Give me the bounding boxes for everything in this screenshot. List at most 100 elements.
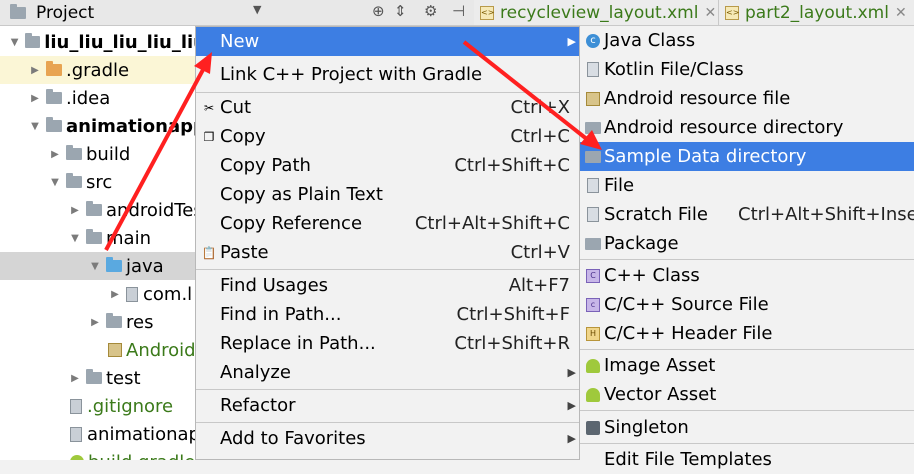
- chevron-right-icon[interactable]: ▶: [88, 317, 102, 328]
- tree-item-label: build.gradle: [88, 452, 195, 461]
- tree-item[interactable]: build.gradle: [0, 448, 198, 460]
- submenu-item-scratch-file[interactable]: Scratch File Ctrl+Alt+Shift+Insert: [580, 200, 914, 229]
- tree-item[interactable]: ▶ androidTest: [0, 196, 198, 224]
- tree-item-label: liu_liu_liu_liu_liu: [44, 31, 198, 53]
- chevron-down-icon[interactable]: ▼: [8, 37, 21, 48]
- menu-item-paste[interactable]: 📋 Paste Ctrl+V: [196, 238, 580, 267]
- close-icon[interactable]: ✕: [704, 5, 716, 21]
- tree-item[interactable]: ▶ test: [0, 364, 198, 392]
- chevron-down-icon[interactable]: ▼: [28, 121, 42, 132]
- tree-item-label: com.l: [143, 283, 193, 305]
- chevron-right-icon[interactable]: ▶: [28, 93, 42, 104]
- submenu-item-sample-data-dir[interactable]: Sample Data directory: [580, 142, 914, 171]
- submenu-item-singleton[interactable]: Singleton: [580, 413, 914, 442]
- submenu-item-image-asset[interactable]: Image Asset: [580, 351, 914, 380]
- submenu-item-cpp-header[interactable]: H C/C++ Header File: [580, 319, 914, 348]
- menu-item-label: C++ Class: [604, 265, 700, 286]
- menu-item-copy[interactable]: ❐ Copy Ctrl+C: [196, 122, 580, 151]
- submenu-item-package[interactable]: Package: [580, 229, 914, 258]
- submenu-item-java-class[interactable]: c Java Class: [580, 26, 914, 55]
- menu-item-find-in-path[interactable]: Find in Path... Ctrl+Shift+F: [196, 300, 580, 329]
- chevron-right-icon[interactable]: ▶: [108, 289, 122, 300]
- tree-item-label: res: [126, 311, 154, 333]
- menu-item-label: File: [604, 175, 635, 196]
- tree-item[interactable]: ▼ animationapp: [0, 112, 198, 140]
- folder-icon: [86, 201, 102, 216]
- tab-recycleview-layout[interactable]: <> recycleview_layout.xml ✕: [474, 0, 719, 25]
- tree-item[interactable]: ▼ src: [0, 168, 198, 196]
- submenu-item-cpp-source[interactable]: c C/C++ Source File: [580, 290, 914, 319]
- menu-item-replace-in-path[interactable]: Replace in Path... Ctrl+Shift+R: [196, 329, 580, 358]
- dropdown-icon[interactable]: ▼: [253, 3, 261, 16]
- tree-item-label: .idea: [66, 87, 111, 109]
- crosshair-icon[interactable]: ⊕: [372, 2, 385, 20]
- chevron-right-icon[interactable]: ▶: [28, 65, 42, 76]
- cpp-header-icon: H: [586, 326, 600, 341]
- java-class-icon: c: [586, 33, 600, 48]
- menu-item-label: Android resource file: [604, 88, 791, 109]
- file-icon: [70, 426, 82, 442]
- clipboard-icon: 📋: [201, 245, 217, 260]
- menu-item-label: Find in Path...: [220, 304, 342, 325]
- menu-item-find-usages[interactable]: Find Usages Alt+F7: [196, 271, 580, 300]
- new-submenu: c Java Class Kotlin File/Class Android r…: [579, 26, 914, 470]
- submenu-item-cpp-class[interactable]: C C++ Class: [580, 261, 914, 290]
- tab-part2-layout[interactable]: <> part2_layout.xml ✕: [719, 0, 914, 25]
- menu-item-copy-path[interactable]: Copy Path Ctrl+Shift+C: [196, 151, 580, 180]
- close-icon[interactable]: ✕: [895, 5, 907, 21]
- menu-item-link-cpp[interactable]: Link C++ Project with Gradle: [196, 60, 580, 89]
- project-tree: ▼ liu_liu_liu_liu_liu ▶ .gradle ▶ .idea …: [0, 26, 198, 460]
- menu-item-label: Find Usages: [220, 275, 329, 296]
- submenu-item-android-resource-file[interactable]: Android resource file: [580, 84, 914, 113]
- context-menu: New ▶ Link C++ Project with Gradle ✂ Cut…: [195, 26, 581, 460]
- tab-label: recycleview_layout.xml: [500, 2, 699, 23]
- chevron-down-icon[interactable]: ▼: [68, 233, 82, 244]
- tree-item[interactable]: animationap: [0, 420, 198, 448]
- chevron-down-icon[interactable]: ▼: [88, 261, 102, 272]
- tree-item[interactable]: .gitignore: [0, 392, 198, 420]
- tree-item[interactable]: ▶ res: [0, 308, 198, 336]
- hide-icon[interactable]: ⊣: [452, 2, 465, 20]
- menu-item-refactor[interactable]: Refactor ▶: [196, 391, 580, 420]
- menu-item-copy-reference[interactable]: Copy Reference Ctrl+Alt+Shift+C: [196, 209, 580, 238]
- chevron-right-icon[interactable]: ▶: [48, 149, 62, 160]
- menu-item-label: Copy: [220, 126, 266, 147]
- chevron-down-icon[interactable]: ▼: [48, 177, 62, 188]
- tree-item[interactable]: ▶ .idea: [0, 84, 198, 112]
- menu-item-label: Analyze: [220, 362, 291, 383]
- top-toolbar: Project ▼ ⊕ ⇕ ⚙ ⊣ <> recycleview_layout.…: [0, 0, 914, 26]
- folder-icon: [46, 89, 62, 104]
- submenu-item-kotlin[interactable]: Kotlin File/Class: [580, 55, 914, 84]
- cpp-source-icon: c: [586, 297, 600, 312]
- submenu-item-android-resource-dir[interactable]: Android resource directory: [580, 113, 914, 142]
- chevron-right-icon[interactable]: ▶: [68, 373, 82, 384]
- xml-file-icon: <>: [480, 5, 494, 20]
- kotlin-file-icon: [587, 62, 599, 77]
- tree-item-selected[interactable]: ▼ java: [0, 252, 198, 280]
- collapse-icon[interactable]: ⇕: [394, 2, 407, 20]
- submenu-item-file[interactable]: File: [580, 171, 914, 200]
- menu-item-new[interactable]: New ▶: [196, 27, 580, 56]
- gear-icon[interactable]: ⚙: [424, 2, 437, 20]
- tree-item[interactable]: ▶ .gradle: [0, 56, 198, 84]
- menu-item-shortcut: Ctrl+Alt+Shift+C: [414, 213, 570, 234]
- menu-item-add-favorites[interactable]: Add to Favorites ▶: [196, 424, 580, 453]
- menu-separator: [580, 410, 914, 411]
- menu-item-copy-plain[interactable]: Copy as Plain Text: [196, 180, 580, 209]
- chevron-right-icon[interactable]: ▶: [68, 205, 82, 216]
- menu-item-shortcut: Ctrl+X: [510, 97, 570, 118]
- submenu-item-vector-asset[interactable]: Vector Asset: [580, 380, 914, 409]
- tree-item-label: src: [86, 171, 113, 193]
- tree-item[interactable]: Android: [0, 336, 198, 364]
- tree-item[interactable]: ▼ main: [0, 224, 198, 252]
- folder-icon: [66, 173, 82, 188]
- menu-item-label: Add to Favorites: [220, 428, 366, 449]
- menu-item-cut[interactable]: ✂ Cut Ctrl+X: [196, 93, 580, 122]
- scissors-icon: ✂: [203, 100, 215, 115]
- tree-item[interactable]: ▶ build: [0, 140, 198, 168]
- tree-item[interactable]: ▼ liu_liu_liu_liu_liu: [0, 28, 198, 56]
- tree-item[interactable]: ▶ com.l: [0, 280, 198, 308]
- tree-item-label: androidTest: [106, 199, 198, 221]
- menu-item-analyze[interactable]: Analyze ▶: [196, 358, 580, 387]
- menu-item-label: Package: [604, 233, 679, 254]
